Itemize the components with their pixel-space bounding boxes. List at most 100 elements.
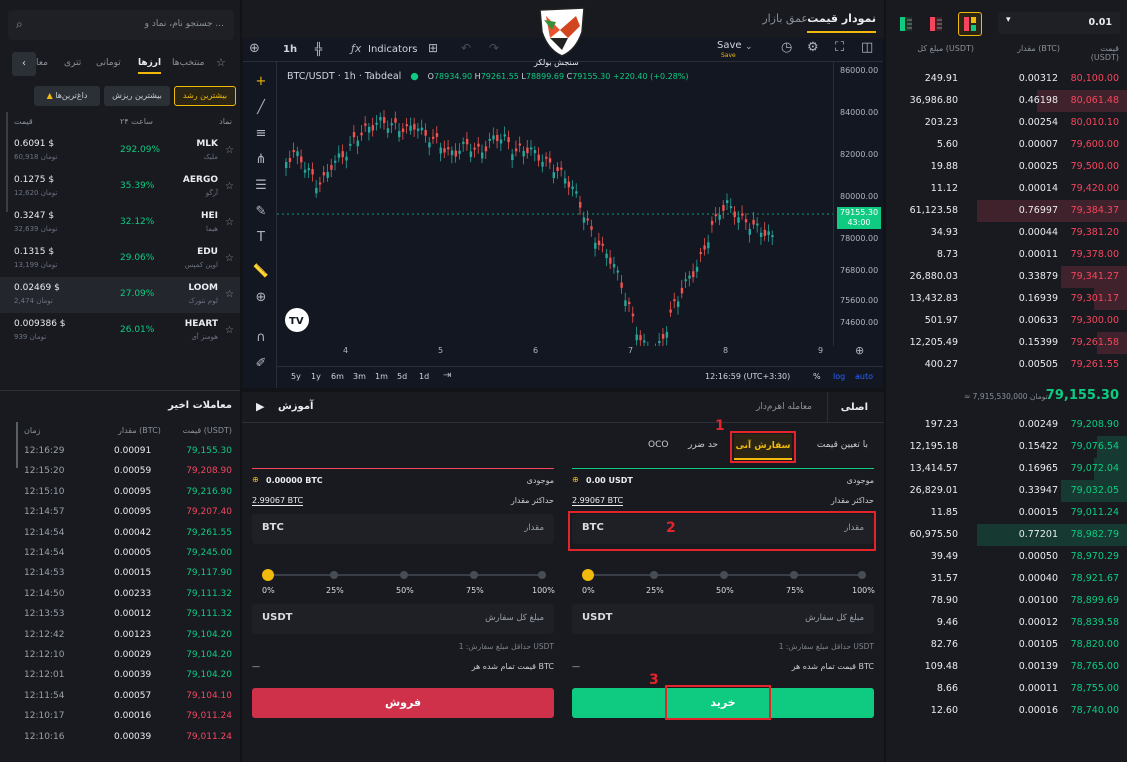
range-6m[interactable]: 6m: [331, 372, 344, 381]
ask-row[interactable]: 79,341.27 0.33879 26,880.03: [886, 266, 1127, 288]
price-chart[interactable]: ⊕ 1h ╬ ƒx Indicators ⊞ ↶ ↷ Save Save ⌄ ◷…: [243, 38, 883, 388]
indicators-button[interactable]: Indicators: [368, 44, 417, 55]
buy-pct-75[interactable]: 75%: [786, 586, 804, 595]
fullscreen-icon[interactable]: ⛶: [835, 40, 844, 55]
filter-hottest[interactable]: ▲ داغ‌ترین‌ها: [34, 86, 100, 106]
scale-log[interactable]: log: [833, 372, 845, 381]
tab-coins[interactable]: ارزها: [138, 58, 162, 74]
sell-pct-100[interactable]: 100%: [532, 586, 555, 595]
book-view-both[interactable]: [958, 12, 982, 36]
crosshair-icon[interactable]: +: [251, 72, 271, 92]
sell-slider-handle[interactable]: [262, 569, 274, 581]
ask-row[interactable]: 80,100.00 0.00312 249.91: [886, 68, 1127, 90]
bid-row[interactable]: 78,970.29 0.00050 39.49: [886, 546, 1127, 568]
date-range-icon[interactable]: ⇥: [443, 370, 451, 381]
book-view-asks[interactable]: [926, 14, 946, 34]
tab-spot[interactable]: اصلی: [841, 402, 868, 413]
education-link[interactable]: آموزش: [278, 401, 313, 412]
settings-gear-icon[interactable]: ⚙: [807, 40, 819, 55]
sell-max-value[interactable]: 2.99067 BTC: [252, 496, 304, 506]
zoom-in-icon[interactable]: ⊕: [251, 288, 271, 308]
bid-row[interactable]: 78,820.00 0.00105 82.76: [886, 634, 1127, 656]
search-box[interactable]: ⌕ جستجو نام، نماد و ...: [8, 10, 234, 40]
scale-percent[interactable]: %: [813, 372, 821, 381]
favorite-star-icon[interactable]: ☆: [225, 217, 234, 228]
order-type-stop[interactable]: حد ضرر: [688, 440, 718, 450]
range-1d[interactable]: 1d: [419, 372, 429, 381]
ask-row[interactable]: 79,600.00 0.00007 5.60: [886, 134, 1127, 156]
ask-row[interactable]: 79,261.55 0.00505 400.27: [886, 354, 1127, 376]
pitchfork-icon[interactable]: ⋔: [251, 150, 271, 170]
bid-row[interactable]: 79,072.04 0.16965 13,414.57: [886, 458, 1127, 480]
bid-row[interactable]: 78,839.58 0.00012 9.46: [886, 612, 1127, 634]
ask-row[interactable]: 80,061.48 0.46198 36,986.80: [886, 90, 1127, 112]
buy-deposit-icon[interactable]: ⊕: [572, 475, 579, 484]
tab-price-chart[interactable]: نمودار قیمت: [807, 12, 876, 33]
order-type-market[interactable]: سفارش آنی: [734, 434, 792, 460]
ask-row[interactable]: 79,420.00 0.00014 11.12: [886, 178, 1127, 200]
horizontal-lines-icon[interactable]: ≡: [251, 124, 271, 144]
ask-row[interactable]: 79,261.58 0.15399 12,205.49: [886, 332, 1127, 354]
market-row[interactable]: ☆ LOOM لوم نتورک 27.09% 0.02469 $ 2,474 …: [0, 277, 240, 313]
range-1y[interactable]: 1y: [311, 372, 321, 381]
sell-pct-0[interactable]: 0%: [262, 586, 275, 595]
lock-drawing-icon[interactable]: ✐: [251, 354, 271, 374]
ask-row[interactable]: 80,010.10 0.00254 203.23: [886, 112, 1127, 134]
range-1m[interactable]: 1m: [375, 372, 388, 381]
ask-row[interactable]: 79,300.00 0.00633 501.97: [886, 310, 1127, 332]
range-3m[interactable]: 3m: [353, 372, 366, 381]
alert-clock-icon[interactable]: ◷: [781, 40, 792, 55]
time-axis[interactable]: 4 5 6 7 8 9: [277, 346, 833, 362]
market-row[interactable]: ☆ EDU اوپن کمپس 29.06% 0.1315 $ 13,199 ت…: [0, 241, 240, 277]
sell-pct-75[interactable]: 75%: [466, 586, 484, 595]
bid-row[interactable]: 79,011.24 0.00015 11.85: [886, 502, 1127, 524]
text-icon[interactable]: T: [251, 228, 271, 248]
candles-icon[interactable]: ╬: [315, 42, 322, 56]
magnet-icon[interactable]: ∩: [251, 328, 271, 348]
ask-row[interactable]: 79,500.00 0.00025 19.88: [886, 156, 1127, 178]
buy-slider-handle[interactable]: [582, 569, 594, 581]
tab-favorites[interactable]: منتخب‌ها: [172, 58, 204, 68]
bid-row[interactable]: 79,076.54 0.15422 12,195.18: [886, 436, 1127, 458]
bid-row[interactable]: 78,765.00 0.00139 109.48: [886, 656, 1127, 678]
range-5y[interactable]: 5y: [291, 372, 301, 381]
book-view-bids[interactable]: [896, 14, 916, 34]
ask-row[interactable]: 79,381.20 0.00044 34.93: [886, 222, 1127, 244]
sell-amount-field[interactable]: BTC مقدار: [252, 514, 554, 544]
favorite-star-icon[interactable]: ☆: [225, 289, 234, 300]
ruler-icon[interactable]: 📏: [251, 262, 271, 282]
market-row[interactable]: ☆ MLK ملیک 292.09% 0.6091 $ 60,918 تومان: [0, 133, 240, 169]
ask-row[interactable]: 79,378.00 0.00011 8.73: [886, 244, 1127, 266]
buy-amount-field[interactable]: BTC مقدار: [572, 514, 874, 544]
bid-row[interactable]: 78,921.67 0.00040 31.57: [886, 568, 1127, 590]
market-row[interactable]: ☆ HEART هومنز آی 26.01% 0.009386 $ 939 ت…: [0, 313, 240, 349]
favorite-star-icon[interactable]: ☆: [225, 145, 234, 156]
buy-percent-slider[interactable]: [582, 569, 866, 581]
fib-icon[interactable]: ☰: [251, 176, 271, 196]
price-axis[interactable]: 86000.00 84000.00 82000.00 80000.00 78000.00…: [833, 62, 883, 346]
tabs-scroll-left-button[interactable]: ‹: [12, 52, 36, 76]
buy-pct-50[interactable]: 50%: [716, 586, 734, 595]
buy-max-value[interactable]: 2.99067 BTC: [572, 496, 624, 506]
ask-row[interactable]: 79,384.37 0.76997 61,123.58: [886, 200, 1127, 222]
redo-icon[interactable]: ↷: [489, 41, 499, 55]
tab-toman[interactable]: تومانی: [96, 58, 121, 68]
bid-row[interactable]: 78,982.79 0.77201 60,975.50: [886, 524, 1127, 546]
sell-deposit-icon[interactable]: ⊕: [252, 475, 259, 484]
sell-pct-25[interactable]: 25%: [326, 586, 344, 595]
market-row[interactable]: ☆ HEI هیما 32.12% 0.3247 $ 32,639 تومان: [0, 205, 240, 241]
order-type-oco[interactable]: OCO: [648, 440, 668, 450]
sell-percent-slider[interactable]: [262, 569, 546, 581]
camera-icon[interactable]: ◫: [861, 40, 873, 55]
bid-row[interactable]: 79,208.90 0.00249 197.23: [886, 414, 1127, 436]
tab-tether[interactable]: تتری: [64, 58, 81, 68]
precision-select[interactable]: 0.01 ▾: [998, 12, 1120, 34]
scale-auto[interactable]: auto: [855, 372, 873, 381]
tab-margin[interactable]: معا: [36, 58, 48, 68]
bid-row[interactable]: 78,755.00 0.00011 8.66: [886, 678, 1127, 700]
sell-total-field[interactable]: USDT مبلغ کل سفارش: [252, 604, 554, 634]
chevron-down-icon[interactable]: ⌄: [745, 42, 753, 52]
goto-realtime-icon[interactable]: ⊕: [855, 344, 864, 357]
sell-pct-50[interactable]: 50%: [396, 586, 414, 595]
market-row[interactable]: ☆ AERGO آرگو 35.39% 0.1275 $ 12,620 توما…: [0, 169, 240, 205]
